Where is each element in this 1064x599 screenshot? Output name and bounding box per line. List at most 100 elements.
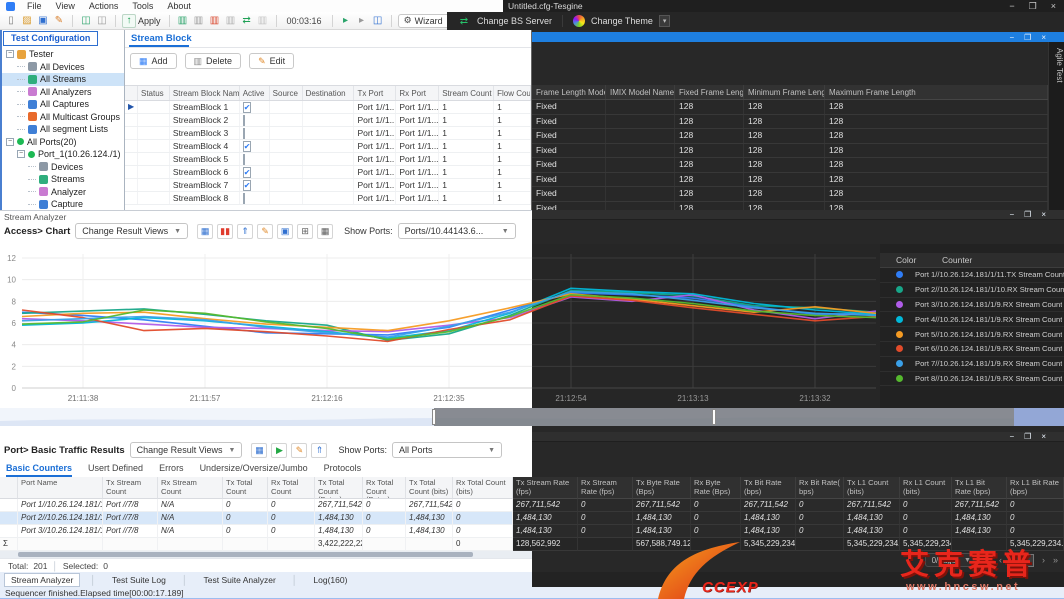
change-theme-dropdown[interactable]: ▾ <box>659 15 671 27</box>
maximize-button[interactable]: ❐ <box>1024 210 1031 219</box>
tab-protocols[interactable]: Protocols <box>324 463 362 477</box>
scrubber-handle-right[interactable] <box>712 409 716 425</box>
checkbox-checked[interactable]: ✔ <box>243 141 252 152</box>
minimize-button[interactable]: − <box>1009 1 1014 12</box>
page-size-select[interactable]: 0/page▼ <box>925 553 978 567</box>
close-button[interactable]: × <box>1041 210 1046 219</box>
table-row[interactable]: StreamBlock 7✔Port 1//1...Port 1//1...11 <box>125 179 531 192</box>
column-header[interactable]: Source <box>270 86 303 100</box>
expander-icon[interactable]: − <box>17 150 25 158</box>
tree-item-all-captures[interactable]: All Captures <box>2 98 124 111</box>
legend-counter-header[interactable]: Counter <box>938 253 976 267</box>
column-header[interactable]: Tx Total Count (Bytes) <box>315 477 363 499</box>
ports-b-icon[interactable]: ▥ <box>224 14 238 28</box>
release-ports-icon[interactable]: ▥ <box>208 14 222 28</box>
table-row[interactable]: Fixed128128128 <box>532 187 1048 202</box>
tab-usert-defined[interactable]: Usert Defined <box>88 463 143 477</box>
column-header[interactable]: Destination <box>303 86 355 100</box>
save-as-icon[interactable]: ✎ <box>52 14 66 28</box>
export-icon[interactable]: ⇑ <box>237 224 253 239</box>
change-bs-server-button[interactable]: Change BS Server <box>477 16 552 26</box>
export-icon[interactable]: ⇑ <box>311 443 327 458</box>
stop-arm-icon[interactable]: ▸ <box>355 14 369 28</box>
start-icon[interactable]: ▶ <box>271 443 287 458</box>
checkbox-unchecked[interactable] <box>243 154 245 165</box>
delete-button[interactable]: ▥Delete <box>185 53 242 69</box>
table-row[interactable]: Port 1//10.26.124.181/1/1Port //7/8N/A00… <box>0 499 1064 512</box>
column-header[interactable]: Rx Stream Count <box>158 477 223 499</box>
column-header[interactable]: Port Name <box>18 477 103 499</box>
snapshot-icon[interactable]: ▣ <box>277 224 293 239</box>
table-row[interactable]: StreamBlock 5Port 1//1...Port 1//1...11 <box>125 153 531 166</box>
tree-item-tester[interactable]: −Tester <box>2 48 124 61</box>
copy-icon[interactable]: ⊞ <box>297 224 313 239</box>
column-header[interactable]: Rx Port <box>396 86 439 100</box>
legend-row[interactable]: Port 2//10.26.124.181/1/10.RX Stream Cou… <box>880 283 1064 298</box>
first-page-button[interactable]: « <box>986 555 991 565</box>
checkbox-checked[interactable]: ✔ <box>243 180 252 191</box>
table-row[interactable]: Fixed128128128 <box>532 100 1048 115</box>
ports-c-icon[interactable]: ▥ <box>256 14 270 28</box>
menu-tools[interactable]: Tools <box>132 1 153 11</box>
maximize-button[interactable]: ❐ <box>1024 33 1031 42</box>
checkbox-unchecked[interactable] <box>243 115 245 126</box>
table-row[interactable]: StreamBlock 8Port 1//1...Port 1//1...11 <box>125 192 531 205</box>
clear-icon[interactable]: ✎ <box>257 224 273 239</box>
column-header[interactable]: Rx Stream Rate (fps) <box>578 477 633 499</box>
legend-row[interactable]: Port 3//10.26.124.181/1/9.RX Stream Coun… <box>880 298 1064 313</box>
close-button[interactable]: × <box>1051 1 1056 12</box>
menu-about[interactable]: About <box>167 1 191 11</box>
change-theme-button[interactable]: Change Theme <box>591 16 653 26</box>
swap-ports-icon[interactable]: ⇄ <box>240 14 254 28</box>
column-header[interactable]: Rx Total Count (Bytes) <box>363 477 406 499</box>
horizontal-scrollbar[interactable] <box>0 551 532 558</box>
column-header[interactable]: Minimum Frame Length <box>744 85 825 99</box>
checkbox-unchecked[interactable] <box>243 193 245 204</box>
table-row[interactable]: Fixed128128128 <box>532 158 1048 173</box>
column-header[interactable]: Frame Length Mode <box>532 85 606 99</box>
tree-item-capture[interactable]: Capture <box>2 198 124 211</box>
prev-page-button[interactable]: ‹ <box>999 555 1002 565</box>
table-row[interactable]: Port 2//10.26.124.181/1/2Port //7/8N/A00… <box>0 512 1064 525</box>
tree-item-all-multicast-groups[interactable]: All Multicast Groups <box>2 111 124 124</box>
column-header[interactable]: Active <box>240 86 270 100</box>
column-header[interactable]: Tx L1 Bit Rate (bps) <box>952 477 1007 499</box>
column-header[interactable]: Tx Bit Rate (bps) <box>741 477 796 499</box>
column-header[interactable]: Rx L1 Count (bits) <box>900 477 952 499</box>
connect-server-icon[interactable]: ◫ <box>79 14 93 28</box>
tree-item-all-devices[interactable]: All Devices <box>2 61 124 74</box>
column-header[interactable]: Rx Total Count <box>268 477 315 499</box>
apply-button[interactable]: Apply <box>138 16 161 26</box>
legend-row[interactable]: Port 5//10.26.124.181/1/9.RX Stream Coun… <box>880 327 1064 342</box>
table-row[interactable]: StreamBlock 3Port 1//1...Port 1//1...11 <box>125 127 531 140</box>
ports-a-icon[interactable]: ▥ <box>192 14 206 28</box>
page-number-input[interactable] <box>1010 554 1034 567</box>
ports-dropdown[interactable]: All Ports▼ <box>392 442 502 458</box>
table-row[interactable]: Fixed128128128 <box>532 144 1048 159</box>
column-header[interactable]: Rx Total Count (bits) <box>453 477 513 499</box>
maximize-button[interactable]: ❐ <box>1024 432 1031 441</box>
legend-row[interactable]: Port 1//10.26.124.181/1/11.TX Stream Cou… <box>880 268 1064 283</box>
column-header[interactable]: Stream Count <box>439 86 494 100</box>
checkbox-checked[interactable]: ✔ <box>243 102 252 113</box>
next-page-button[interactable]: › <box>1042 555 1045 565</box>
maximize-button[interactable]: ❐ <box>1029 1 1037 12</box>
tab-undersize-oversize-jumbo[interactable]: Undersize/Oversize/Jumbo <box>200 463 308 477</box>
tree-item-all-segment-lists[interactable]: All segment Lists <box>2 123 124 136</box>
column-header[interactable]: Tx Total Count <box>223 477 268 499</box>
table-row[interactable]: Fixed128128128 <box>532 115 1048 130</box>
add-button[interactable]: ▦Add <box>130 53 177 69</box>
menu-file[interactable]: File <box>27 1 42 11</box>
tab-stream-block[interactable]: Stream Block <box>131 33 192 44</box>
last-page-button[interactable]: » <box>1053 555 1058 565</box>
tree-item-devices[interactable]: Devices <box>2 161 124 174</box>
menu-view[interactable]: View <box>56 1 75 11</box>
chart-overview-scrubber[interactable] <box>0 408 1064 426</box>
scrollbar-thumb[interactable] <box>18 552 473 557</box>
expander-icon[interactable]: − <box>6 50 14 58</box>
tab-basic-counters[interactable]: Basic Counters <box>6 463 72 477</box>
column-header[interactable]: Tx Total Count (bits) <box>406 477 453 499</box>
legend-row[interactable]: Port 4//10.26.124.181/1/9.RX Stream Coun… <box>880 312 1064 327</box>
column-header[interactable]: Maximum Frame Length <box>825 85 1048 99</box>
column-header[interactable]: Rx Bit Rate( bps) <box>796 477 844 499</box>
